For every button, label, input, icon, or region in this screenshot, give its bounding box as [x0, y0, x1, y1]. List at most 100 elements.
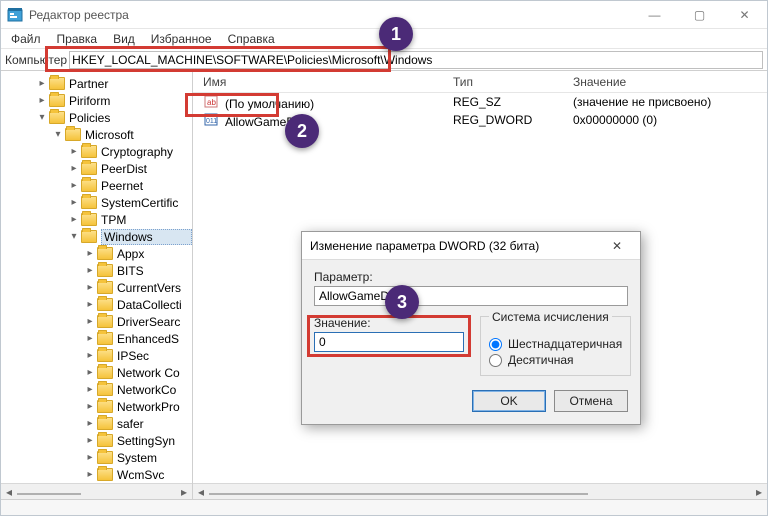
window-close-button[interactable]: ✕: [722, 1, 767, 29]
caret-icon[interactable]: ▸: [83, 452, 97, 463]
tree-item[interactable]: SystemCertific: [101, 196, 192, 210]
tree-item[interactable]: Policies: [69, 111, 192, 125]
tree-item[interactable]: BITS: [117, 264, 192, 278]
dialog-close-button[interactable]: ✕: [602, 239, 632, 253]
value-row-default[interactable]: ab(По умолчанию) REG_SZ (значение не при…: [193, 93, 767, 111]
dialog-titlebar[interactable]: Изменение параметра DWORD (32 бита) ✕: [302, 232, 640, 260]
caret-icon[interactable]: ▸: [67, 146, 81, 157]
svg-text:ab: ab: [207, 98, 216, 107]
window-minimize-button[interactable]: —: [632, 1, 677, 29]
menu-view[interactable]: Вид: [107, 30, 141, 48]
caret-icon[interactable]: ▸: [83, 384, 97, 395]
scroll-thumb[interactable]: [17, 493, 81, 495]
tree-item[interactable]: DataCollecti: [117, 298, 192, 312]
list-horizontal-scrollbar[interactable]: ◂ ▸: [193, 483, 767, 499]
caret-icon[interactable]: ▸: [83, 316, 97, 327]
caret-icon[interactable]: ▸: [35, 78, 49, 89]
radio-hex[interactable]: Шестнадцатеричная: [489, 337, 622, 351]
value-name: AllowGameDVR: [225, 115, 312, 129]
window-maximize-button[interactable]: ▢: [677, 1, 722, 29]
folder-icon: [97, 349, 113, 362]
param-label: Параметр:: [314, 270, 628, 284]
tree-item[interactable]: CurrentVers: [117, 281, 192, 295]
string-value-icon: ab: [203, 93, 219, 109]
list-header: Имя Тип Значение: [193, 71, 767, 93]
caret-icon[interactable]: ▸: [83, 333, 97, 344]
registry-tree[interactable]: ▸Partner ▸Piriform ▾Policies ▾Microsoft …: [1, 71, 193, 499]
caret-icon[interactable]: ▸: [83, 367, 97, 378]
param-field[interactable]: [314, 286, 628, 306]
folder-icon: [97, 247, 113, 260]
scroll-right-icon[interactable]: ▸: [176, 484, 192, 500]
tree-item[interactable]: EnhancedS: [117, 332, 192, 346]
radio-hex-input[interactable]: [489, 338, 502, 351]
radio-dec[interactable]: Десятичная: [489, 353, 622, 367]
tree-item[interactable]: Piriform: [69, 94, 192, 108]
tree-item[interactable]: SettingSyn: [117, 434, 192, 448]
col-name[interactable]: Имя: [193, 75, 443, 89]
caret-icon[interactable]: ▸: [83, 265, 97, 276]
tree-item[interactable]: System: [117, 451, 192, 465]
caret-icon[interactable]: ▸: [35, 95, 49, 106]
tree-item[interactable]: safer: [117, 417, 192, 431]
menu-favorites[interactable]: Избранное: [145, 30, 218, 48]
caret-down-icon[interactable]: ▾: [51, 129, 65, 140]
radio-dec-input[interactable]: [489, 354, 502, 367]
menu-help[interactable]: Справка: [222, 30, 281, 48]
tree-item[interactable]: Microsoft: [85, 128, 192, 142]
caret-icon[interactable]: ▸: [83, 418, 97, 429]
caret-down-icon[interactable]: ▾: [35, 112, 49, 123]
tree-item[interactable]: IPSec: [117, 349, 192, 363]
scroll-left-icon[interactable]: ◂: [193, 484, 209, 500]
dialog-title: Изменение параметра DWORD (32 бита): [310, 239, 602, 253]
tree-item[interactable]: Network Co: [117, 366, 192, 380]
folder-icon: [97, 417, 113, 430]
scroll-left-icon[interactable]: ◂: [1, 484, 17, 500]
caret-icon[interactable]: ▸: [83, 469, 97, 480]
col-value[interactable]: Значение: [563, 75, 767, 89]
value-field[interactable]: [314, 332, 464, 352]
value-data: 0x00000000 (0): [563, 113, 767, 127]
caret-icon[interactable]: ▸: [83, 248, 97, 259]
caret-icon[interactable]: ▸: [83, 401, 97, 412]
caret-icon[interactable]: ▸: [67, 197, 81, 208]
caret-icon[interactable]: ▸: [67, 180, 81, 191]
tree-item[interactable]: Cryptography: [101, 145, 192, 159]
ok-button[interactable]: OK: [472, 390, 546, 412]
scroll-right-icon[interactable]: ▸: [751, 484, 767, 500]
value-data: (значение не присвоено): [563, 95, 767, 109]
folder-icon: [81, 213, 97, 226]
caret-icon[interactable]: ▸: [83, 435, 97, 446]
value-label: Значение:: [314, 316, 464, 330]
caret-icon[interactable]: ▸: [83, 299, 97, 310]
tree-item-selected[interactable]: Windows: [101, 229, 192, 245]
tree-horizontal-scrollbar[interactable]: ◂ ▸: [1, 483, 192, 499]
caret-icon[interactable]: ▸: [83, 350, 97, 361]
tree-item[interactable]: Peernet: [101, 179, 192, 193]
tree-item[interactable]: TPM: [101, 213, 192, 227]
tree-item[interactable]: NetworkCo: [117, 383, 192, 397]
caret-icon[interactable]: ▸: [83, 282, 97, 293]
value-row-allowgamedvr[interactable]: 011AllowGameDVR REG_DWORD 0x00000000 (0): [193, 111, 767, 129]
tree-item[interactable]: Partner: [69, 77, 192, 91]
col-type[interactable]: Тип: [443, 75, 563, 89]
tree-item[interactable]: DriverSearc: [117, 315, 192, 329]
folder-icon: [65, 128, 81, 141]
address-input[interactable]: [69, 51, 763, 69]
tree-item[interactable]: WcmSvc: [117, 468, 192, 482]
menu-file[interactable]: Файл: [5, 30, 47, 48]
folder-icon: [97, 400, 113, 413]
folder-icon: [97, 468, 113, 481]
menu-edit[interactable]: Правка: [51, 30, 104, 48]
tree-item[interactable]: PeerDist: [101, 162, 192, 176]
caret-down-icon[interactable]: ▾: [67, 231, 81, 242]
cancel-button[interactable]: Отмена: [554, 390, 628, 412]
caret-icon[interactable]: ▸: [67, 214, 81, 225]
folder-icon: [97, 264, 113, 277]
caret-icon[interactable]: ▸: [67, 163, 81, 174]
status-bar: [1, 499, 767, 515]
tree-item[interactable]: Appx: [117, 247, 192, 261]
address-label: Компьютер: [5, 53, 67, 67]
scroll-thumb[interactable]: [209, 493, 588, 495]
tree-item[interactable]: NetworkPro: [117, 400, 192, 414]
